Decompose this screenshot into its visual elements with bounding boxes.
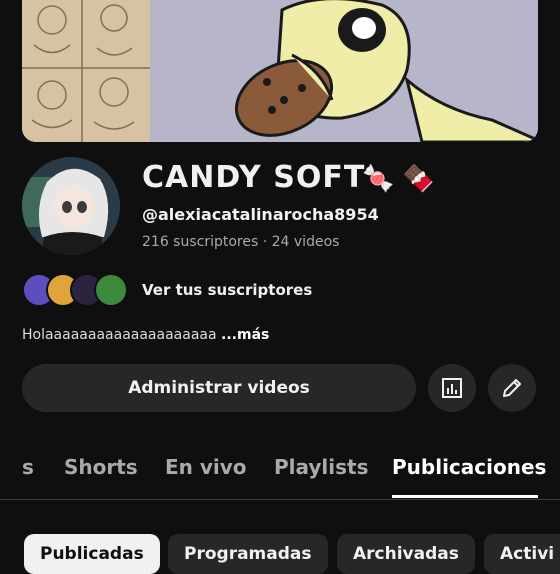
subscribers-row[interactable]: Ver tus suscriptores bbox=[22, 272, 312, 308]
channel-name: CANDY SOFT bbox=[142, 160, 366, 195]
tab-live[interactable]: En vivo bbox=[165, 455, 247, 479]
chocolate-emoji: 🍫 bbox=[402, 164, 435, 194]
tab-previous-partial[interactable]: s bbox=[22, 455, 34, 479]
edit-channel-button[interactable] bbox=[488, 364, 536, 412]
tab-playlists[interactable]: Playlists bbox=[274, 455, 369, 479]
channel-banner bbox=[22, 0, 538, 142]
channel-handle: @alexiacatalinarocha8954 bbox=[142, 205, 379, 224]
more-link[interactable]: ...más bbox=[221, 327, 269, 343]
subscriber-avatar bbox=[94, 273, 128, 307]
analytics-icon bbox=[442, 378, 462, 398]
chip-activity[interactable]: Activi bbox=[484, 534, 560, 574]
candy-emoji: 🍬 bbox=[362, 164, 395, 194]
chip-published[interactable]: Publicadas bbox=[24, 534, 160, 574]
chip-archived[interactable]: Archivadas bbox=[337, 534, 475, 574]
manage-videos-button[interactable]: Administrar videos bbox=[22, 364, 416, 412]
pencil-icon bbox=[503, 379, 521, 397]
chip-scheduled[interactable]: Programadas bbox=[168, 534, 328, 574]
tab-posts[interactable]: Publicaciones bbox=[392, 455, 546, 479]
active-tab-indicator bbox=[392, 495, 538, 498]
channel-stats: 216 suscriptores · 24 videos bbox=[142, 234, 340, 250]
channel-avatar[interactable] bbox=[22, 157, 120, 255]
view-subscribers-link[interactable]: Ver tus suscriptores bbox=[142, 281, 312, 299]
channel-tabs: s Shorts En vivo Playlists Publicaciones bbox=[0, 445, 560, 500]
channel-description[interactable]: Holaaaaaaaaaaaaaaaaaaaa ...más bbox=[22, 327, 269, 343]
description-text: Holaaaaaaaaaaaaaaaaaaaa bbox=[22, 327, 217, 343]
analytics-button[interactable] bbox=[428, 364, 476, 412]
tab-shorts[interactable]: Shorts bbox=[64, 455, 138, 479]
